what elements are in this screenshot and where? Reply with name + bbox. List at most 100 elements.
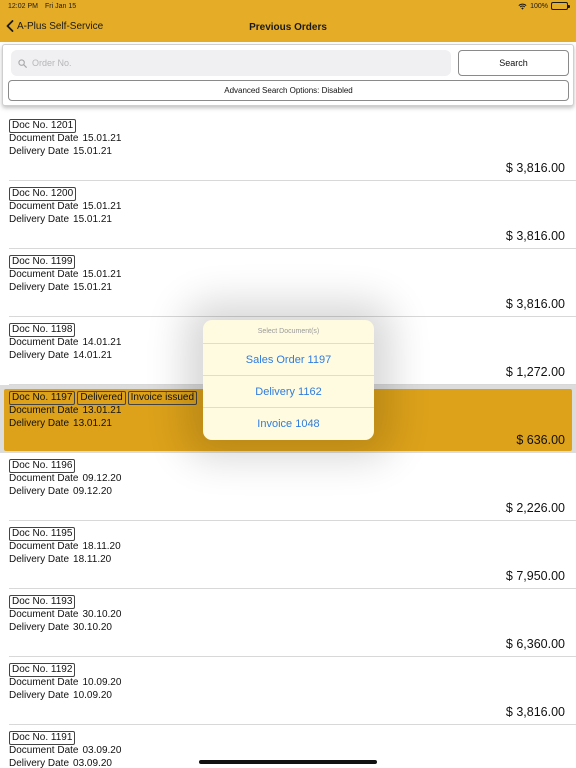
delivery-date-value: 09.12.20 xyxy=(73,486,112,497)
document-date-line: Document Date 13.01.21 xyxy=(9,405,121,416)
document-date-line: Document Date 15.01.21 xyxy=(9,201,121,212)
delivery-date-label: Delivery Date xyxy=(9,690,70,701)
order-badges: Doc No. 1191 xyxy=(9,731,76,745)
document-date-line: Document Date 09.12.20 xyxy=(9,473,121,484)
order-amount: $ 3,816.00 xyxy=(505,705,565,719)
delivery-date-line: Delivery Date 09.12.20 xyxy=(9,486,112,497)
order-badges: Doc No. 1199 xyxy=(9,255,76,269)
document-date-value: 18.11.20 xyxy=(82,541,121,552)
search-icon xyxy=(18,58,27,68)
delivery-date-label: Delivery Date xyxy=(9,758,70,768)
popover-item-invoice[interactable]: Invoice 1048 xyxy=(203,408,374,440)
order-badges: Doc No. 1192 xyxy=(9,663,76,677)
delivery-date-label: Delivery Date xyxy=(9,554,70,565)
doc-number-badge: Doc No. 1195 xyxy=(9,527,76,541)
order-badges: Doc No. 1201 xyxy=(9,119,77,133)
order-amount: $ 3,816.00 xyxy=(505,229,565,243)
order-badges: Doc No. 1196 xyxy=(9,459,76,473)
delivery-date-label: Delivery Date xyxy=(9,146,70,157)
delivery-date-line: Delivery Date 13.01.21 xyxy=(9,418,112,429)
order-badges: Doc No. 1197 Delivered Invoice issued xyxy=(9,391,198,405)
order-amount: $ 2,226.00 xyxy=(505,501,565,515)
order-row[interactable]: Doc No. 1192 Document Date 10.09.20 Deliver… xyxy=(0,657,576,725)
delivery-date-line: Delivery Date 18.11.20 xyxy=(9,554,111,565)
delivery-date-line: Delivery Date 03.09.20 xyxy=(9,758,112,768)
doc-number-badge: Doc No. 1193 xyxy=(9,595,76,609)
battery-icon xyxy=(551,2,570,10)
delivery-date-label: Delivery Date xyxy=(9,350,70,361)
order-number-input[interactable] xyxy=(32,58,432,68)
doc-number-badge: Doc No. 1196 xyxy=(9,459,76,473)
document-date-label: Document Date xyxy=(9,677,79,688)
order-amount: $ 7,950.00 xyxy=(505,569,565,583)
order-amount: $ 636.00 xyxy=(516,433,565,447)
search-panel: Search Advanced Search Options: Disabled xyxy=(2,44,574,106)
document-date-value: 30.10.20 xyxy=(82,609,122,620)
document-date-value: 09.12.20 xyxy=(82,473,122,484)
delivery-date-value: 18.11.20 xyxy=(73,554,112,565)
doc-number-badge: Doc No. 1200 xyxy=(9,187,77,201)
doc-number-badge: Doc No. 1199 xyxy=(9,255,76,269)
popover-item-sales-order[interactable]: Sales Order 1197 xyxy=(203,344,374,376)
document-date-value: 15.01.21 xyxy=(82,133,122,144)
order-amount: $ 1,272.00 xyxy=(505,365,565,379)
order-row[interactable]: Doc No. 1200 Document Date 15.01.21 Deliver… xyxy=(0,181,576,249)
document-date-label: Document Date xyxy=(9,473,79,484)
delivery-date-label: Delivery Date xyxy=(9,214,70,225)
document-date-value: 13.01.21 xyxy=(82,405,122,416)
status-bar: 12:02 PM Fri Jan 15 100% xyxy=(0,0,576,12)
order-badges: Doc No. 1200 xyxy=(9,187,77,201)
doc-number-badge: Doc No. 1191 xyxy=(9,731,76,745)
document-date-line: Document Date 15.01.21 xyxy=(9,133,121,144)
order-row[interactable]: Doc No. 1193 Document Date 30.10.20 Deliver… xyxy=(0,589,576,657)
order-amount: $ 6,360.00 xyxy=(505,637,565,651)
search-field[interactable] xyxy=(11,50,451,76)
status-badge: Delivered xyxy=(77,391,126,405)
doc-number-badge: Doc No. 1201 xyxy=(9,119,77,133)
delivery-date-label: Delivery Date xyxy=(9,282,70,293)
order-row[interactable]: Doc No. 1196 Document Date 09.12.20 Deliver… xyxy=(0,453,576,521)
document-date-label: Document Date xyxy=(9,133,79,144)
document-date-value: 14.01.21 xyxy=(82,337,122,348)
document-date-label: Document Date xyxy=(9,269,79,280)
order-amount: $ 3,816.00 xyxy=(505,161,565,175)
search-button[interactable]: Search xyxy=(458,50,569,76)
delivery-date-line: Delivery Date 10.09.20 xyxy=(9,690,112,701)
document-date-label: Document Date xyxy=(9,609,79,620)
select-document-popover: Select Document(s) Sales Order 1197 Deli… xyxy=(203,320,374,440)
document-date-line: Document Date 18.11.20 xyxy=(9,541,121,552)
delivery-date-value: 14.01.21 xyxy=(73,350,112,361)
delivery-date-value: 15.01.21 xyxy=(73,282,112,293)
order-row[interactable]: Doc No. 1201 Document Date 15.01.21 Deliver… xyxy=(0,113,576,181)
document-date-line: Document Date 03.09.20 xyxy=(9,745,121,756)
orders-list: Doc No. 1201 Document Date 15.01.21 Deliver… xyxy=(0,113,576,768)
document-date-line: Document Date 15.01.21 xyxy=(9,269,121,280)
delivery-date-value: 30.10.20 xyxy=(73,622,112,633)
doc-number-badge: Doc No. 1192 xyxy=(9,663,76,677)
status-date: Fri Jan 15 xyxy=(45,3,77,10)
delivery-date-label: Delivery Date xyxy=(9,622,70,633)
order-amount: $ 3,816.00 xyxy=(505,297,565,311)
order-row[interactable]: Doc No. 1195 Document Date 18.11.20 Deliver… xyxy=(0,521,576,589)
document-date-value: 10.09.20 xyxy=(82,677,122,688)
document-date-line: Document Date 30.10.20 xyxy=(9,609,121,620)
delivery-date-value: 10.09.20 xyxy=(73,690,112,701)
status-time: 12:02 PM xyxy=(8,3,38,10)
status-indicators: 100% xyxy=(518,2,570,10)
delivery-date-value: 13.01.21 xyxy=(73,418,112,429)
document-date-line: Document Date 14.01.21 xyxy=(9,337,121,348)
delivery-date-value: 15.01.21 xyxy=(73,214,112,225)
order-badges: Doc No. 1198 xyxy=(9,323,76,337)
delivery-date-line: Delivery Date 15.01.21 xyxy=(9,282,112,293)
advanced-search-toggle[interactable]: Advanced Search Options: Disabled xyxy=(8,80,569,101)
order-row[interactable]: Doc No. 1199 Document Date 15.01.21 Deliver… xyxy=(0,249,576,317)
delivery-date-line: Delivery Date 30.10.20 xyxy=(9,622,112,633)
delivery-date-line: Delivery Date 15.01.21 xyxy=(9,146,112,157)
document-date-line: Document Date 10.09.20 xyxy=(9,677,121,688)
wifi-icon xyxy=(518,3,527,10)
delivery-date-label: Delivery Date xyxy=(9,418,70,429)
home-indicator[interactable] xyxy=(199,760,377,764)
popover-item-delivery[interactable]: Delivery 1162 xyxy=(203,376,374,408)
app-root: 12:02 PM Fri Jan 15 100% A-Plus Self-Ser… xyxy=(0,0,576,768)
document-date-value: 15.01.21 xyxy=(82,269,122,280)
